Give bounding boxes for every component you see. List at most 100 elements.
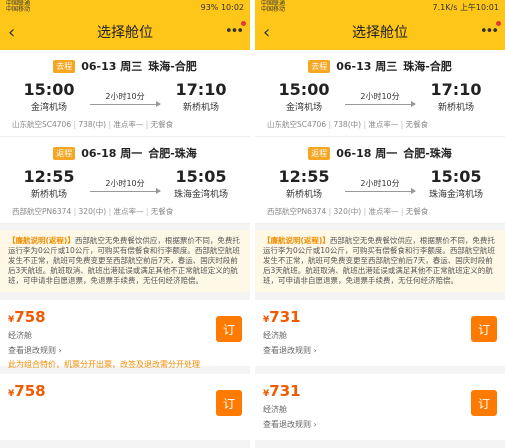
outbound-route: 珠海-合肥	[148, 60, 197, 73]
return-date: 06-18 周一	[336, 147, 398, 160]
outbound-route: 珠海-合肥	[403, 60, 452, 73]
book-button[interactable]: 订	[216, 316, 242, 342]
network-speed: 7.1K/s	[432, 2, 458, 12]
flight-duration: 2小时10分	[360, 91, 400, 101]
screenshot-pair: 中国联通 中国移动 93% 10:02 ‹ 选择舱位 ••• 去程 06-13 …	[0, 0, 505, 448]
outbound-flight-card: 去程 06-13 周三 珠海-合肥 15:00 金湾机场 2小时10分 17:1…	[0, 50, 250, 137]
flight-number: 西部航空PN6374	[267, 207, 327, 216]
cabin-class: 经济舱	[263, 331, 287, 340]
outbound-flight-card: 去程 06-13 周三 珠海-合肥 15:00 金湾机场 2小时10分 17:1…	[255, 50, 505, 137]
fare-price: ¥731	[263, 382, 301, 400]
return-tag: 返程	[308, 146, 331, 160]
book-button[interactable]: 订	[216, 390, 242, 416]
arrival-time: 15:05	[430, 167, 482, 186]
departure-time: 15:00	[278, 80, 330, 99]
notification-dot	[241, 21, 246, 26]
return-flight-card: 返程 06-18 周一 合肥-珠海 12:55 新桥机场 2小时10分 15:0…	[255, 137, 505, 224]
return-tag: 返程	[53, 146, 76, 160]
arrival-time: 17:10	[430, 80, 482, 99]
return-route: 合肥-珠海	[403, 147, 452, 160]
aircraft-type: 738(中)	[71, 120, 106, 129]
duration-arrow	[345, 100, 416, 107]
duration-arrow	[90, 100, 161, 107]
meal-info: 无餐食	[399, 207, 429, 216]
book-button[interactable]: 订	[471, 390, 497, 416]
clock: 上午10:01	[459, 2, 499, 12]
outbound-tag: 去程	[308, 59, 331, 73]
departure-time: 15:00	[23, 80, 75, 99]
return-flight-card: 返程 06-18 周一 合肥-珠海 12:55 新桥机场 2小时10分 15:0…	[0, 137, 250, 224]
more-menu-icon[interactable]: •••	[480, 21, 501, 39]
clock: 10:02	[220, 2, 244, 12]
cabin-class: 经济舱	[8, 331, 32, 340]
fare-price: ¥731	[263, 308, 301, 326]
carrier2-label: 中国移动	[6, 6, 31, 13]
carrier2-label: 中国移动	[261, 6, 286, 13]
outbound-date: 06-13 周三	[81, 60, 143, 73]
notice-label: 【廉航说明(返程)】	[263, 236, 330, 245]
arrival-airport: 新桥机场	[182, 103, 219, 113]
fare-price: ¥758	[8, 308, 46, 326]
flight-duration: 2小时10分	[360, 178, 400, 188]
arrival-time: 15:05	[175, 167, 227, 186]
back-arrow-icon[interactable]: ‹	[263, 22, 270, 43]
fare-option: ¥731 经济舱 查看退改规则 订	[255, 300, 505, 366]
cabin-class: 经济舱	[263, 405, 287, 414]
departure-airport: 新桥机场	[285, 190, 322, 200]
ontime-rate: 准点率—	[361, 207, 398, 216]
flight-duration: 2小时10分	[105, 91, 145, 101]
outbound-date: 06-13 周三	[336, 60, 398, 73]
arrival-airport: 珠海金湾机场	[173, 190, 228, 200]
book-button[interactable]: 订	[471, 316, 497, 342]
return-route: 合肥-珠海	[148, 147, 197, 160]
fare-option: ¥731 经济舱 查看退改规则 订	[255, 374, 505, 440]
meal-info: 无餐食	[143, 120, 173, 129]
budget-airline-notice: 【廉航说明(返程)】西部航空无免费餐饮供应，根据票价不同，免费托运行李为0公斤或…	[255, 230, 505, 292]
top-nav-bar: ‹ 选择舱位 •••	[0, 14, 250, 50]
budget-airline-notice: 【廉航说明(返程)】西部航空无免费餐饮供应，根据票价不同，免费托运行李为0公斤或…	[0, 230, 250, 292]
refund-rules-link[interactable]: 查看退改规则	[8, 345, 242, 356]
aircraft-type: 320(中)	[71, 207, 106, 216]
fare-option: ¥758 经济舱 查看退改规则 此为组合特价，机票分开出票，改签及退改需分开处理…	[0, 300, 250, 369]
departure-airport: 金湾机场	[30, 103, 67, 113]
return-date: 06-18 周一	[81, 147, 143, 160]
fare-price: ¥758	[8, 382, 46, 400]
fare-option: ¥758 订	[0, 374, 250, 440]
departure-airport: 新桥机场	[30, 190, 67, 200]
outbound-tag: 去程	[53, 59, 76, 73]
arrival-airport: 新桥机场	[437, 103, 474, 113]
battery-level: 93%	[200, 2, 219, 12]
flight-meta: 山东航空SC4706738(中)准点率—无餐食	[263, 119, 497, 130]
page-title: 选择舱位	[97, 25, 153, 41]
refund-rules-link[interactable]: 查看退改规则	[263, 419, 497, 430]
ontime-rate: 准点率—	[106, 207, 143, 216]
departure-time: 12:55	[23, 167, 75, 186]
arrival-time: 17:10	[175, 80, 227, 99]
flight-duration: 2小时10分	[105, 178, 145, 188]
notice-label: 【廉航说明(返程)】	[8, 236, 75, 245]
aircraft-type: 320(中)	[326, 207, 361, 216]
ontime-rate: 准点率—	[106, 120, 143, 129]
status-bar: 中国联通 中国移动 7.1K/s 上午10:01	[255, 0, 505, 14]
promo-note: 此为组合特价，机票分开出票，改签及退改需分开处理	[8, 360, 200, 369]
ontime-rate: 准点率—	[361, 120, 398, 129]
refund-rules-link[interactable]: 查看退改规则	[263, 345, 497, 356]
left-phone-screen: 中国联通 中国移动 93% 10:02 ‹ 选择舱位 ••• 去程 06-13 …	[0, 0, 250, 448]
flight-meta: 山东航空SC4706738(中)准点率—无餐食	[8, 119, 242, 130]
flight-meta: 西部航空PN6374320(中)准点率—无餐食	[263, 206, 497, 217]
departure-airport: 金湾机场	[285, 103, 322, 113]
flight-number: 西部航空PN6374	[12, 207, 72, 216]
notification-dot	[496, 21, 501, 26]
flight-number: 山东航空SC4706	[12, 120, 72, 129]
duration-arrow	[345, 187, 416, 194]
page-title: 选择舱位	[352, 25, 408, 41]
more-menu-icon[interactable]: •••	[225, 21, 246, 39]
aircraft-type: 738(中)	[326, 120, 361, 129]
arrival-airport: 珠海金湾机场	[428, 190, 483, 200]
departure-time: 12:55	[278, 167, 330, 186]
flight-number: 山东航空SC4706	[267, 120, 327, 129]
flight-meta: 西部航空PN6374320(中)准点率—无餐食	[8, 206, 242, 217]
duration-arrow	[90, 187, 161, 194]
back-arrow-icon[interactable]: ‹	[8, 22, 15, 43]
top-nav-bar: ‹ 选择舱位 •••	[255, 14, 505, 50]
